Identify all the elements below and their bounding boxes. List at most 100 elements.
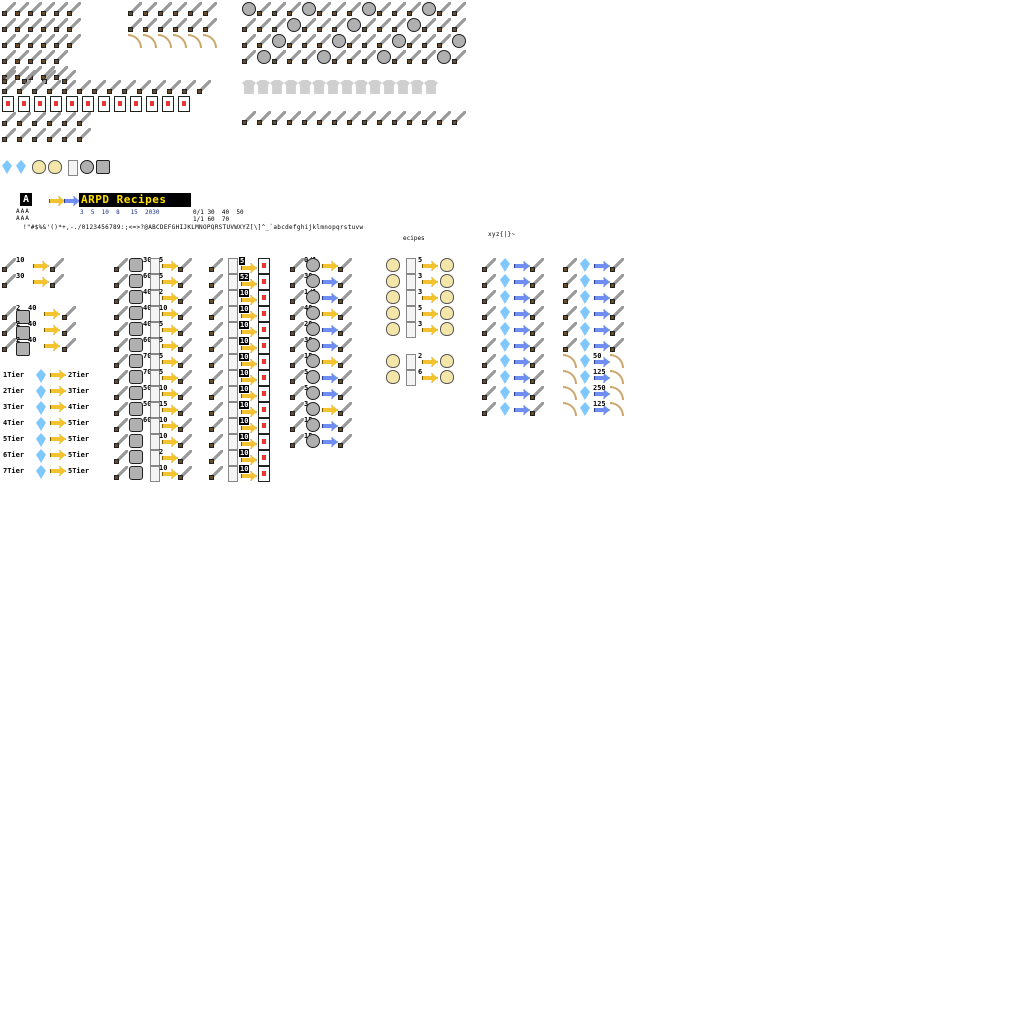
card-icon [258, 450, 270, 466]
item-icon [482, 370, 496, 384]
card-icon [258, 258, 270, 274]
wand-icon [302, 111, 316, 125]
gem-orange-icon [500, 274, 510, 288]
count-label: 10 [239, 401, 250, 409]
sword-icon [128, 18, 142, 32]
gem-orange-icon [580, 258, 590, 272]
tool-icon [272, 50, 286, 64]
sword-icon [2, 128, 16, 142]
result-icon [338, 370, 352, 384]
count-label: 2 [16, 320, 21, 328]
recipe-arrow [422, 261, 438, 271]
result-icon [610, 322, 624, 336]
item-icon [114, 354, 128, 368]
tool-icon [242, 34, 256, 48]
sword-icon [28, 34, 42, 48]
sword-icon [47, 112, 61, 126]
tool-icon [347, 2, 361, 16]
gem-orange-icon [580, 306, 590, 320]
wand-icon [407, 111, 421, 125]
ingredient-slot [406, 258, 416, 274]
shield-icon [437, 50, 451, 64]
result-icon [178, 434, 192, 448]
tool-icon [407, 34, 421, 48]
armor-icon [424, 80, 438, 94]
tool-icon [452, 50, 466, 64]
count-label: 5 [159, 336, 164, 344]
result-icon [338, 354, 352, 368]
card-icon [34, 96, 46, 112]
item-icon [482, 338, 496, 352]
gun-icon [2, 322, 16, 336]
anvil-icon [16, 342, 30, 356]
result-icon [178, 338, 192, 352]
count-label: 10 [239, 369, 250, 377]
recipe-arrow-blue [322, 325, 338, 335]
material-icon [129, 434, 143, 448]
recipe-arrow [162, 325, 178, 335]
wand-icon [209, 274, 223, 288]
item-icon [114, 338, 128, 352]
armor-icon [368, 80, 382, 94]
sword-icon [188, 2, 202, 16]
recipe-arrow-blue [514, 405, 530, 415]
result-icon [338, 418, 352, 432]
recipe-arrow [322, 261, 338, 271]
sword-icon [67, 34, 81, 48]
count-label: 10 [159, 416, 168, 424]
recipe-arrow [44, 341, 60, 351]
recipe-arrow-blue [514, 309, 530, 319]
staff-icon [182, 80, 196, 94]
bow-icon [143, 34, 157, 48]
item-icon [114, 322, 128, 336]
material-icon [306, 258, 320, 272]
card-icon [258, 322, 270, 338]
item-icon [482, 290, 496, 304]
count-label: 2 [16, 336, 21, 344]
shield-icon [422, 2, 436, 16]
sword-icon [143, 2, 157, 16]
result-icon [338, 338, 352, 352]
count-label: 10 [239, 353, 250, 361]
item-icon [114, 370, 128, 384]
sword-icon [143, 18, 157, 32]
gem-orange-icon [500, 386, 510, 400]
card-icon [162, 96, 174, 112]
wand-icon [392, 111, 406, 125]
sword-icon [54, 50, 68, 64]
recipe-arrow-blue [514, 389, 530, 399]
staff-icon [122, 80, 136, 94]
item-icon [290, 274, 304, 288]
tool-icon [347, 34, 361, 48]
gem-orange-icon [16, 160, 26, 174]
material-icon [129, 370, 143, 384]
tier-to-label: 5Tier [68, 467, 90, 475]
shield-icon [272, 34, 286, 48]
header-arrow-blue [64, 196, 80, 206]
count-label: 5 [159, 320, 164, 328]
sword-icon [41, 50, 55, 64]
recipe-arrow-blue [594, 277, 610, 287]
tier-to-label: 5Tier [68, 419, 90, 427]
recipe-arrow [422, 277, 438, 287]
ingredient-slot [228, 402, 238, 418]
material-icon [129, 466, 143, 480]
card-icon [178, 96, 190, 112]
digit-row-1: 3 5 10 8 15 2030 [80, 209, 160, 216]
sprite-sheet: A AAA AAA ARPD Recipes 3 5 10 8 15 2030 … [0, 0, 1024, 1024]
tier-to-label: 3Tier [68, 387, 90, 395]
wand-icon [422, 111, 436, 125]
tool-icon [287, 50, 301, 64]
wand-icon [317, 111, 331, 125]
sword-icon [17, 128, 31, 142]
card-icon [146, 96, 158, 112]
potion-icon [386, 322, 400, 336]
card-icon [82, 96, 94, 112]
result-icon [610, 290, 624, 304]
card-icon [258, 274, 270, 290]
tier-from-label: 1Tier [3, 371, 25, 379]
ingredient-slot [406, 306, 416, 322]
count-label: 10 [159, 304, 168, 312]
recipe-arrow-blue [594, 261, 610, 271]
sword-icon [41, 34, 55, 48]
